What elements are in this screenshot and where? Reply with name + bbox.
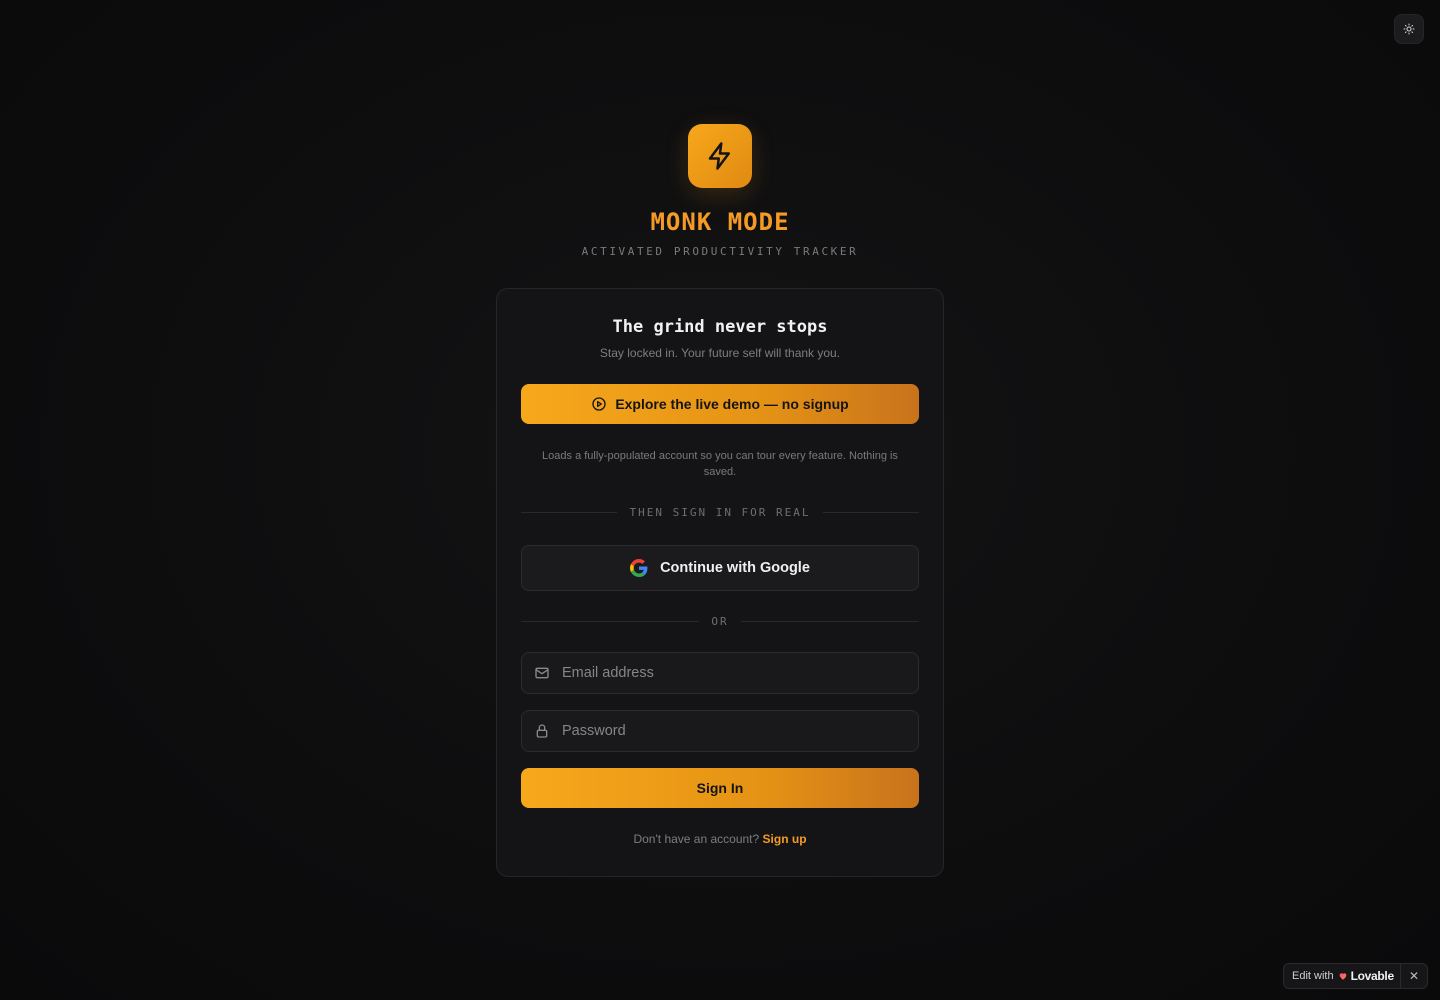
- sun-icon: [1403, 23, 1415, 35]
- app-name: MONK MODE: [650, 208, 790, 236]
- or-label: OR: [711, 615, 729, 628]
- signup-prompt-text: Don't have an account?: [633, 832, 760, 846]
- live-demo-button[interactable]: Explore the live demo — no signup: [521, 384, 919, 424]
- play-circle-icon: [592, 397, 606, 411]
- or-divider: OR: [521, 615, 919, 628]
- email-input[interactable]: [562, 665, 906, 681]
- sign-in-button[interactable]: Sign In: [521, 768, 919, 808]
- divider-line: [521, 621, 700, 622]
- divider-label: THEN SIGN IN FOR REAL: [629, 506, 811, 519]
- signup-prompt: Don't have an account? Sign up: [521, 832, 919, 846]
- card-title: The grind never stops: [612, 317, 828, 337]
- password-field-wrapper: [521, 710, 919, 752]
- lock-icon: [536, 724, 548, 738]
- password-input[interactable]: [562, 723, 906, 739]
- badge-brand: Lovable: [1338, 969, 1394, 983]
- divider-line: [740, 621, 919, 622]
- card-subtitle: Stay locked in. Your future self will th…: [599, 346, 841, 360]
- divider-line: [822, 512, 920, 513]
- theme-toggle-button[interactable]: [1394, 14, 1424, 44]
- mail-icon: [535, 667, 549, 679]
- google-signin-button[interactable]: Continue with Google: [521, 545, 919, 591]
- brand-header: MONK MODE ACTIVATED PRODUCTIVITY TRACKER: [0, 124, 1440, 258]
- google-signin-label: Continue with Google: [660, 560, 810, 576]
- email-field-wrapper: [521, 652, 919, 694]
- demo-note: Loads a fully-populated account so you c…: [542, 450, 898, 478]
- lovable-heart-icon: [1339, 973, 1346, 980]
- badge-brand-text: Lovable: [1350, 969, 1395, 983]
- app-tagline: ACTIVATED PRODUCTIVITY TRACKER: [581, 245, 859, 258]
- edit-with-lovable-badge[interactable]: Edit with Lovable ✕: [1283, 963, 1428, 989]
- sign-in-button-label: Sign In: [696, 780, 744, 796]
- live-demo-button-label: Explore the live demo — no signup: [615, 396, 849, 412]
- badge-prefix: Edit with: [1292, 970, 1334, 982]
- sign-up-link[interactable]: Sign up: [763, 832, 807, 846]
- lightning-bolt-icon: [708, 142, 730, 170]
- auth-card: The grind never stops Stay locked in. Yo…: [496, 288, 944, 877]
- google-g-icon: [630, 559, 648, 577]
- close-icon[interactable]: ✕: [1399, 963, 1419, 989]
- app-logo: [688, 124, 752, 188]
- sign-in-divider: THEN SIGN IN FOR REAL: [521, 506, 920, 519]
- divider-line: [521, 512, 618, 513]
